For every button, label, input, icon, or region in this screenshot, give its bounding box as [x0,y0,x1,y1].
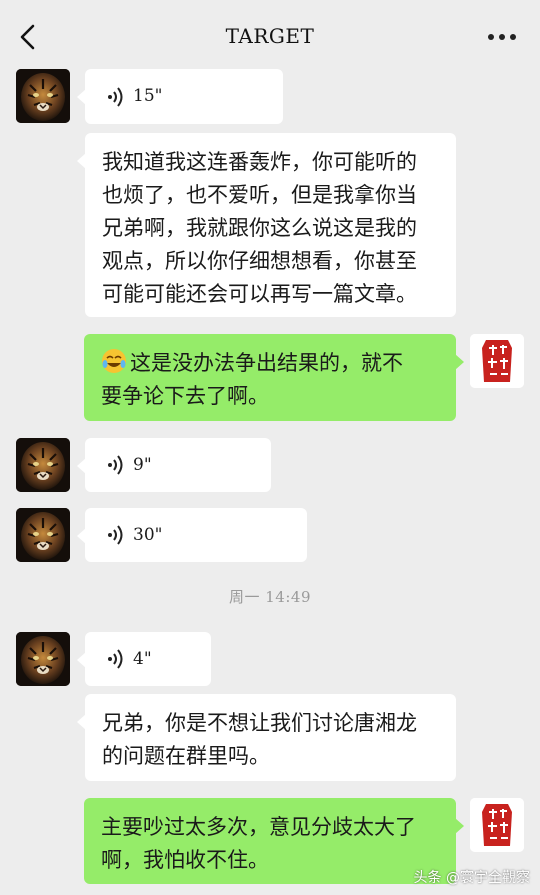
avatar[interactable] [16,69,70,123]
text-message[interactable]: 兄弟，你是不想让我们讨论唐湘龙 的问题在群里吗。 [77,694,456,781]
watermark: 头条 @寰宇全觀察 [413,870,530,886]
voice-wave-icon [108,525,123,545]
message-line: 也烦了，也不爱听，但是我拿你当 [102,183,417,207]
voice-message[interactable]: 9" [77,438,271,492]
voice-message[interactable]: 30" [77,508,307,562]
laughing-crying-emoji-icon [102,349,126,373]
message-line: 可能可能还会可以再写一篇文章。 [102,282,417,306]
avatar-self[interactable] [470,798,524,852]
text-message-self[interactable]: 这是没办法争出结果的，就不 要争论下去了啊。 [84,334,464,421]
message-line: 主要吵过太多次，意见分歧太大了 [101,815,416,839]
voice-duration: 30" [133,524,163,545]
chat-title: TARGET [225,24,315,48]
message-line: 啊，我怕收不住。 [101,848,269,872]
message-line: 兄弟啊，我就跟你这么说这是我的 [102,216,417,240]
voice-message[interactable]: 4" [77,632,211,686]
timestamp: 周一 14:49 [229,588,311,606]
message-line: 要争论下去了啊。 [101,384,269,408]
avatar-self[interactable] [470,334,524,388]
voice-message[interactable]: 15" [77,69,283,124]
message-line: 的问题在群里吗。 [102,744,270,768]
chevron-left-icon[interactable] [14,20,44,54]
text-message-self[interactable]: 主要吵过太多次，意见分歧太大了 啊，我怕收不住。 [84,798,464,884]
avatar[interactable] [16,508,70,562]
voice-duration: 15" [133,86,163,106]
more-dots-icon[interactable] [488,34,516,40]
voice-wave-icon [108,455,123,475]
text-message[interactable]: 我知道我这连番轰炸，你可能听的 也烦了，也不爱听，但是我拿你当 兄弟啊，我就跟你… [77,133,456,317]
avatar[interactable] [16,438,70,492]
message-line: 这是没办法争出结果的，就不 [130,351,403,375]
voice-wave-icon [108,86,123,107]
message-line: 我知道我这连番轰炸，你可能听的 [102,150,417,174]
avatar[interactable] [16,632,70,686]
voice-wave-icon [108,649,123,669]
voice-duration: 9" [133,454,152,475]
voice-duration: 4" [133,648,152,669]
message-line: 观点，所以你仔细想想看，你甚至 [102,249,417,273]
message-line: 兄弟，你是不想让我们讨论唐湘龙 [102,711,417,735]
chat-header: TARGET [0,0,540,72]
